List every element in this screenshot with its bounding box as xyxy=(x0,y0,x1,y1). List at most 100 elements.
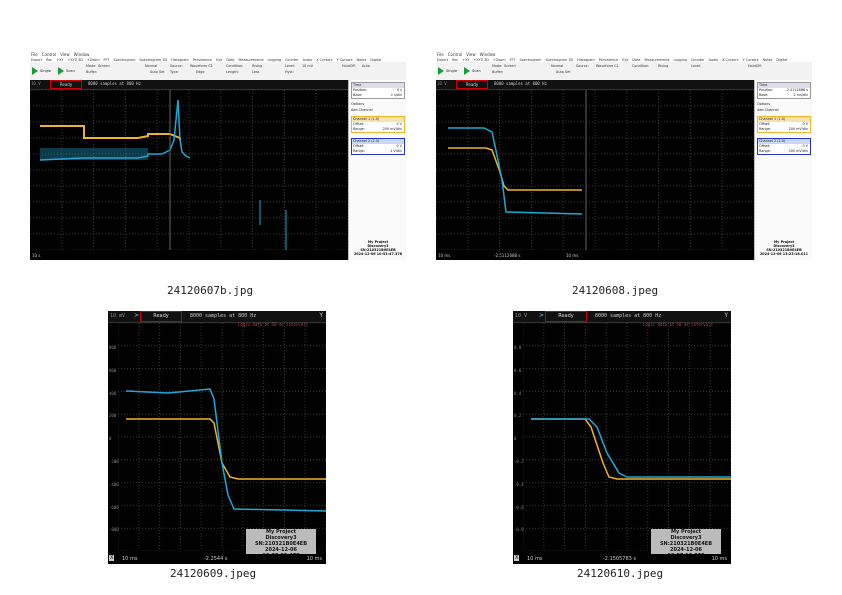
source-label: Source: xyxy=(170,64,183,68)
range-value[interactable]: 200 mV/div xyxy=(789,127,808,132)
source-label: Source: xyxy=(576,64,589,68)
grid-lines xyxy=(436,90,754,250)
range-value[interactable]: 1 V/div xyxy=(390,149,402,154)
y-tick-label: -0.2 xyxy=(514,459,524,464)
y-tick-label: -0.8 xyxy=(514,527,524,533)
single-button[interactable]: Single xyxy=(32,67,51,75)
time-panel: Time Position: 0 s Base: 2 s/div xyxy=(351,82,405,99)
chevron-right-icon[interactable]: > xyxy=(134,312,139,319)
project-stamp: My Project Discovery3 SN:210321B0E4EB 20… xyxy=(353,240,403,260)
scan-button[interactable]: Scan xyxy=(58,67,75,75)
samples-text: 8000 samples at 800 Hz xyxy=(88,81,141,86)
screenshot-thumb-1: File Control View Window Export Rec +XY … xyxy=(30,52,406,260)
range-value[interactable]: 200 mV/div xyxy=(383,127,402,132)
close-icon[interactable]: Y xyxy=(724,312,728,319)
scope-bottom-bar: X 10 ms -2.1505783 s 10 ms xyxy=(513,554,731,564)
bottom-left-time: 10 ms xyxy=(527,556,543,562)
scope-area[interactable]: 10 V Ready 8000 samples at 800 Hz 10 s xyxy=(30,80,348,260)
level-label: Level: xyxy=(691,64,702,68)
grid-lines xyxy=(523,323,731,551)
single-label: Single xyxy=(446,69,458,73)
ch1-trace xyxy=(531,418,731,480)
caption-3: 24120609.jpeg xyxy=(170,567,257,580)
status-ready: Ready xyxy=(456,80,488,89)
source-value[interactable]: Waveform C1 xyxy=(190,64,213,68)
range-value[interactable]: 200 mV/div xyxy=(789,149,808,154)
play-icon xyxy=(32,67,38,75)
waveforms-app: File Control View Window Export Rec +XY … xyxy=(436,52,812,260)
add-channel-row[interactable]: Add Channel xyxy=(757,108,811,112)
mode-label: Mode: xyxy=(492,64,503,68)
bottom-left-time: 10 ms xyxy=(438,253,451,258)
mode-value[interactable]: Screen xyxy=(98,64,110,68)
scope-grid-3 xyxy=(118,323,326,551)
time-panel: Time Position: -2.5112688 s Base: 2 ms/div xyxy=(757,82,811,99)
play-icon xyxy=(438,67,444,75)
y-tick-label: 0.4 xyxy=(514,390,522,396)
ribbon: Single Scan Mode: Screen Buffer: Normal … xyxy=(30,62,406,81)
options-row[interactable]: Options xyxy=(351,102,405,106)
channel-1-panel: Channel 1 (1.0) Offset: 0 V Range: 200 mV/… xyxy=(757,116,811,133)
auto-set-button[interactable]: Auto Set xyxy=(150,70,165,74)
condition-label: Condition: xyxy=(632,64,650,68)
ch2-noise-band xyxy=(40,148,148,160)
bottom-right-time: 10 ms xyxy=(306,556,322,562)
play-icon xyxy=(464,67,470,75)
options-row[interactable]: Options xyxy=(757,102,811,106)
scope-status-bar: 10 V Ready 8000 samples at 800 Hz xyxy=(30,80,348,90)
status-ready: Ready xyxy=(140,311,182,322)
source-value[interactable]: Waveform C1 xyxy=(596,64,619,68)
ch1-trace xyxy=(126,418,326,480)
grid-lines xyxy=(118,323,326,551)
ch2-trace xyxy=(531,418,731,478)
run-button[interactable]: Scan xyxy=(464,67,481,75)
base-value[interactable]: 2 ms/div xyxy=(793,93,808,98)
auto-set-button[interactable]: Auto Set xyxy=(556,70,571,74)
play-icon xyxy=(58,67,64,75)
project-stamp: My Project Discovery3 SN:210321B0E4EB 20… xyxy=(246,529,316,559)
y-tick-label: -400 xyxy=(109,481,119,487)
bottom-left-time: 10 s xyxy=(32,253,41,258)
x-button[interactable]: X xyxy=(514,555,520,561)
x-button[interactable]: X xyxy=(109,555,115,561)
stamp-date: 2024-12-06 13:23:18.011 xyxy=(759,252,809,256)
normal-label[interactable]: Normal xyxy=(551,64,563,68)
scope-grid-4 xyxy=(523,323,731,551)
close-icon[interactable]: Y xyxy=(319,312,323,319)
auto-label[interactable]: Auto xyxy=(362,64,370,68)
status-ready: Ready xyxy=(50,80,82,89)
caption-1: 24120607b.jpg xyxy=(167,284,254,297)
y-tick-label: 0 xyxy=(514,436,517,442)
range-label: Range: xyxy=(353,149,365,153)
ch2-trace xyxy=(125,388,326,512)
channel-2-panel: Channel 2 (2.0) Offset: 0 V Range: 200 mV/… xyxy=(757,138,811,155)
mode-value[interactable]: Screen xyxy=(504,64,516,68)
level-value[interactable]: 10 mV xyxy=(302,64,313,68)
scope-bottom-bar: 10 s xyxy=(30,252,348,260)
bottom-center-time: -2.1505783 s xyxy=(603,556,637,562)
scope-bottom-bar: X 10 ms -2.2544 s 10 ms xyxy=(108,554,326,564)
condition-value[interactable]: Rising xyxy=(252,64,262,68)
base-value[interactable]: 2 s/div xyxy=(391,93,402,98)
add-channel-row[interactable]: Add Channel xyxy=(351,108,405,112)
scope-status-bar: 10 V Ready 8000 samples at 800 Hz xyxy=(436,80,754,90)
normal-label[interactable]: Normal xyxy=(145,64,157,68)
unit-label: 10 V xyxy=(31,81,41,86)
condition-value[interactable]: Rising xyxy=(658,64,668,68)
chevron-right-icon[interactable]: > xyxy=(539,312,544,319)
channel-2-panel: Channel 2 (2.0) Offset: 0 V Range: 1 V/div xyxy=(351,138,405,155)
project-stamp: My Project Discovery3 SN:210321B0E4EB 20… xyxy=(651,529,721,559)
length-value[interactable]: Less xyxy=(252,70,259,74)
type-value[interactable]: Edge xyxy=(196,70,205,74)
options-label: Options xyxy=(351,102,365,106)
scope-area[interactable]: 10 V Ready 8000 samples at 800 Hz 10 ms … xyxy=(436,80,754,260)
samples-text: 8000 samples at 800 Hz xyxy=(595,313,662,319)
ribbon: Single Scan Mode: Screen Buffer: Normal … xyxy=(436,62,812,81)
add-channel-label: Add Channel xyxy=(351,108,373,112)
single-label: Single xyxy=(40,69,52,73)
single-button[interactable]: Single xyxy=(438,67,457,75)
unit-label: 10 V xyxy=(437,81,447,86)
options-label: Options xyxy=(757,102,771,106)
unit-label: 10 V xyxy=(515,313,528,319)
y-tick-label: -800 xyxy=(109,527,119,533)
